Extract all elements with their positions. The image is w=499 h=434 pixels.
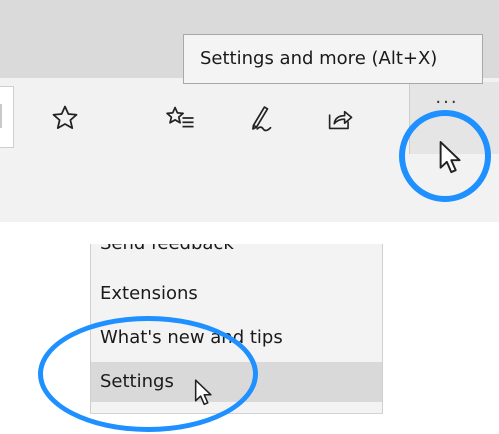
tooltip: Settings and more (Alt+X): [183, 34, 483, 84]
browser-toolbar-crop: ··· Settings and more (Alt+X): [0, 0, 499, 222]
address-bar-edge[interactable]: [0, 86, 14, 148]
add-favorite-button[interactable]: [45, 98, 85, 138]
mouse-cursor-icon: [194, 379, 212, 406]
favorites-hub-icon: [166, 106, 194, 128]
share-button[interactable]: [320, 98, 360, 138]
pen-icon: [252, 106, 272, 132]
highlight-ellipse: [38, 316, 258, 432]
menu-item-extensions[interactable]: Extensions: [91, 274, 382, 314]
share-icon: [328, 110, 353, 130]
favorites-hub-button[interactable]: [160, 98, 200, 138]
web-note-button[interactable]: [242, 98, 282, 138]
menu-item-send-feedback[interactable]: Send feedback: [91, 244, 382, 264]
star-icon: [52, 105, 78, 129]
address-bar-separator: [0, 104, 2, 128]
mouse-cursor-icon: [439, 141, 461, 174]
